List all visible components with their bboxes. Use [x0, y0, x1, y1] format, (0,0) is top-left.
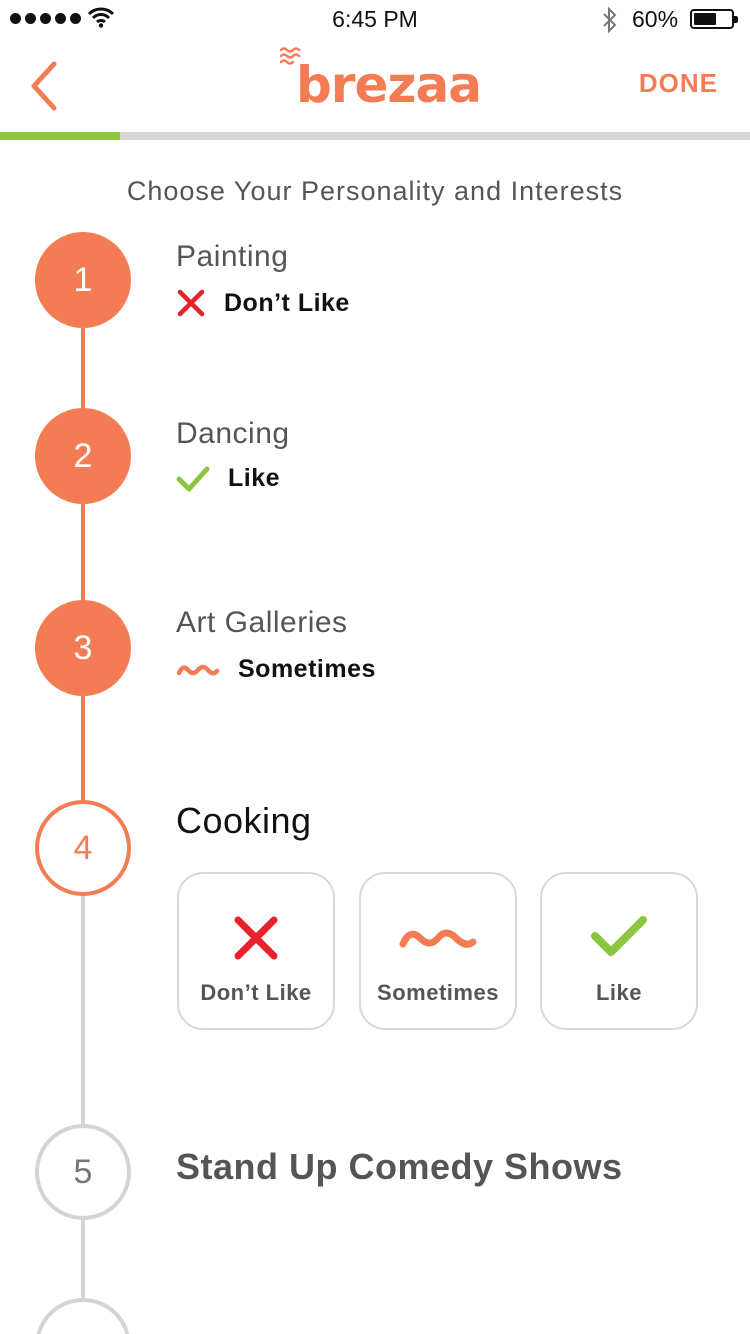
step-title-stand-up-comedy[interactable]: Stand Up Comedy Shows [176, 1146, 623, 1188]
chevron-left-icon [31, 61, 57, 111]
timeline-connector [81, 328, 85, 408]
progress-fill [0, 132, 120, 140]
progress-bar [0, 132, 750, 140]
timeline-connector [81, 502, 85, 600]
bluetooth-icon [603, 6, 617, 34]
battery-percent: 60% [632, 6, 679, 32]
wave-icon [176, 664, 220, 676]
option-label: Sometimes [377, 980, 499, 1005]
page-title: Choose Your Personality and Interests [126, 176, 624, 206]
check-icon [176, 466, 210, 491]
step-number-6[interactable] [35, 1298, 131, 1334]
step-number-3[interactable]: 3 [35, 600, 131, 696]
nav-bar: brezaa DONE [0, 40, 750, 132]
answer-label: Like [228, 464, 281, 492]
step-title-art-galleries[interactable]: Art Galleries [176, 606, 348, 640]
step-number-2[interactable]: 2 [35, 408, 131, 504]
answer-label: Sometimes [238, 654, 376, 683]
status-bar: 6:45 PM 60% [0, 0, 750, 40]
step-number-1[interactable]: 1 [35, 232, 131, 328]
timeline-connector [81, 894, 85, 1124]
step-title-painting[interactable]: Painting [176, 240, 288, 274]
step-title-dancing[interactable]: Dancing [176, 417, 290, 451]
timeline-connector [81, 1218, 85, 1300]
option-sometimes[interactable]: Sometimes [359, 872, 517, 1030]
x-icon [177, 289, 205, 317]
done-button[interactable]: DONE [639, 68, 718, 99]
timeline-connector [81, 694, 85, 802]
battery-level [694, 13, 716, 25]
wave-icon [399, 929, 477, 948]
step-answer-art-galleries: Sometimes [176, 654, 376, 684]
answer-label: Don’t Like [224, 288, 350, 317]
step-answer-dancing: Like [176, 464, 280, 493]
x-icon [234, 916, 278, 960]
battery-icon [690, 9, 738, 29]
step-number-4[interactable]: 4 [35, 800, 131, 896]
option-dont-like[interactable]: Don’t Like [177, 872, 335, 1030]
option-like[interactable]: Like [540, 872, 698, 1030]
step-answer-painting: Don’t Like [176, 288, 350, 318]
logo-text: brezaa [296, 56, 482, 114]
check-icon [591, 916, 647, 956]
option-label: Like [595, 980, 643, 1005]
step-number-5[interactable]: 5 [35, 1124, 131, 1220]
brezaa-logo: brezaa [278, 42, 482, 122]
back-button[interactable] [24, 58, 72, 114]
option-label: Don’t Like [200, 980, 312, 1005]
step-title-cooking: Cooking [176, 800, 312, 841]
